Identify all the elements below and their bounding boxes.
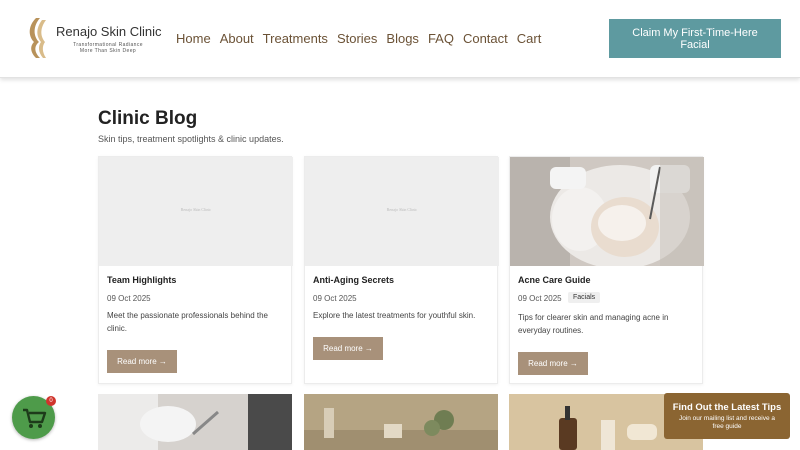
blog-card-date: 09 Oct 2025 [313, 294, 357, 303]
clinic-name: Renajo Skin Clinic [56, 24, 162, 39]
page-title: Clinic Blog [98, 108, 198, 129]
blog-card-image-placeholder[interactable]: Renajo Skin Clinic [305, 157, 499, 266]
spa-products-photo [304, 394, 498, 450]
newsletter-promo[interactable]: Find Out the Latest Tips Join our mailin… [664, 393, 790, 439]
nav-blogs[interactable]: Blogs [386, 31, 419, 46]
placeholder-text: Renajo Skin Clinic [386, 207, 418, 212]
nav-faq[interactable]: FAQ [428, 31, 454, 46]
placeholder-text: Renajo Skin Clinic [180, 207, 212, 212]
nav-cart[interactable]: Cart [517, 31, 542, 46]
promo-title: Find Out the Latest Tips [672, 402, 782, 413]
blog-card-date: 09 Oct 2025 [518, 294, 562, 303]
cart-count-badge: 0 [46, 396, 56, 406]
blog-card: Renajo Skin Clinic Team Highlights 09 Oc… [98, 156, 293, 384]
nav-contact[interactable]: Contact [463, 31, 508, 46]
blog-card-image[interactable] [98, 394, 292, 450]
treatment-photo [98, 394, 292, 450]
nav-about[interactable]: About [220, 31, 254, 46]
blog-card: Acne Care Guide 09 Oct 2025 Facials Tips… [509, 156, 704, 384]
blog-card-image[interactable] [304, 394, 498, 450]
page-subtitle: Skin tips, treatment spotlights & clinic… [98, 134, 284, 144]
read-more-button[interactable]: Read more → [313, 337, 383, 360]
blog-card-title[interactable]: Team Highlights [107, 275, 176, 285]
facial-treatment-photo [510, 157, 704, 266]
site-header: Renajo Skin Clinic Transformational Radi… [0, 0, 800, 78]
promo-subtitle: Join our mailing list and receive a free… [678, 415, 776, 430]
clinic-tagline: Transformational Radiance More Than Skin… [62, 42, 154, 54]
blog-card-title[interactable]: Anti-Aging Secrets [313, 275, 394, 285]
blog-card-date: 09 Oct 2025 [107, 294, 151, 303]
tagline-line-2: More Than Skin Deep [79, 48, 137, 54]
face-profile-logo-icon [29, 18, 46, 58]
blog-card: Renajo Skin Clinic Anti-Aging Secrets 09… [304, 156, 499, 384]
nav-treatments[interactable]: Treatments [263, 31, 328, 46]
read-more-button[interactable]: Read more → [107, 350, 177, 373]
main-nav: Home About Treatments Stories Blogs FAQ … [176, 31, 550, 46]
blog-card-image-placeholder[interactable]: Renajo Skin Clinic [99, 157, 293, 266]
nav-stories[interactable]: Stories [337, 31, 377, 46]
read-more-button[interactable]: Read more → [518, 352, 588, 375]
blog-card-title[interactable]: Acne Care Guide [518, 275, 591, 285]
first-time-facial-button[interactable]: Claim My First-Time-Here Facial [609, 19, 781, 58]
nav-home[interactable]: Home [176, 31, 211, 46]
blog-card-description: Explore the latest treatments for youthf… [313, 311, 476, 320]
blog-card-image[interactable] [510, 157, 704, 266]
category-tag[interactable]: Facials [568, 292, 601, 303]
blog-card-description: Tips for clearer skin and managing acne … [518, 313, 669, 335]
blog-card-description: Meet the passionate professionals behind… [107, 311, 268, 333]
clinic-logo[interactable]: Renajo Skin Clinic Transformational Radi… [22, 14, 162, 62]
